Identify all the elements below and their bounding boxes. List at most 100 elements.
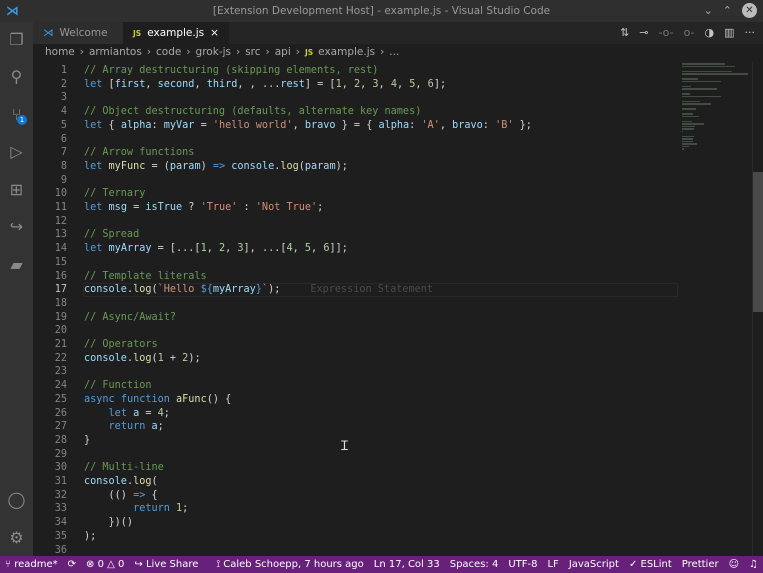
feedback-icon[interactable]: ☺ [724, 559, 744, 570]
code-token: ) [200, 160, 213, 172]
breadcrumb-separator-icon: › [146, 46, 152, 58]
line-number: 4 [60, 106, 67, 118]
source-control-icon[interactable]: ⑂ 1 [0, 99, 33, 129]
sync-icon[interactable]: ⟳ [63, 559, 81, 570]
explorer-icon[interactable]: ❐ [0, 24, 33, 54]
line-number: 26 [54, 407, 67, 419]
maximize-button[interactable]: ⌃ [723, 4, 732, 17]
code-line[interactable]: })() [84, 516, 134, 530]
search-icon[interactable]: ⚲ [0, 61, 33, 91]
code-line[interactable]: // Async/Await? [84, 311, 176, 325]
code-line[interactable]: // Function [84, 379, 151, 393]
code-line[interactable]: let { alpha: myVar = 'hello world', brav… [84, 119, 532, 133]
live-share-item[interactable]: ↪ Live Share [129, 559, 203, 570]
code-line[interactable]: ); [84, 530, 96, 544]
code-line[interactable]: return a; [84, 420, 164, 434]
eslint-item[interactable]: ✓ ESLint [624, 559, 677, 570]
code-line[interactable]: // Spread [84, 228, 139, 242]
live-share-icon[interactable]: ↪ [0, 211, 33, 241]
code-line[interactable]: let msg = isTrue ? 'True' : 'Not True'; [84, 201, 323, 215]
code-token: first [114, 78, 146, 90]
breadcrumb-item[interactable]: example.js [318, 46, 375, 58]
code-line[interactable]: let myFunc = (param) => console.log(para… [84, 160, 348, 174]
breadcrumb-item[interactable]: grok-js [196, 46, 231, 58]
code-line[interactable]: let [first, second, third, , ...rest] = … [84, 78, 446, 92]
branch-item[interactable]: ⑂ readme* [0, 559, 63, 570]
indentation[interactable]: Spaces: 4 [445, 559, 504, 570]
breadcrumb-item[interactable]: ... [389, 46, 399, 58]
minimap[interactable] [682, 62, 750, 150]
code-token: : [482, 119, 496, 131]
open-changes-icon[interactable]: ⇅ [620, 26, 629, 39]
code-token: , [415, 78, 428, 90]
code-token: log [280, 160, 299, 172]
line-number: 1 [60, 65, 67, 76]
code-editor[interactable]: 1 // Array destructuring (skipping elemen… [33, 62, 752, 556]
language-mode[interactable]: JavaScript [564, 559, 624, 570]
breadcrumb-item[interactable]: armiantos [89, 46, 142, 58]
next-commit-icon[interactable]: o- [684, 26, 695, 39]
code-token: () { [206, 393, 232, 405]
code-line[interactable]: console.log( [84, 475, 158, 489]
minimap-line [682, 85, 691, 87]
encoding[interactable]: UTF-8 [503, 559, 542, 570]
code-line[interactable]: console.log(`Hello ${myArray}`); Expressi… [84, 283, 433, 297]
previous-commit-icon[interactable]: -o- [659, 26, 674, 39]
settings-gear-icon[interactable]: ⚙ [0, 522, 33, 552]
git-blame-item[interactable]: ⟟ Caleb Schoepp, 7 hours ago [211, 559, 368, 570]
code-line[interactable]: return 1; [84, 502, 188, 516]
breadcrumb-item[interactable]: api [275, 46, 291, 58]
breadcrumb-item[interactable]: src [245, 46, 260, 58]
more-actions-icon[interactable]: ··· [745, 26, 756, 39]
split-editor-icon[interactable]: ▥ [724, 26, 734, 39]
code-line[interactable]: (() => { [84, 489, 158, 503]
breadcrumb-item[interactable]: home [45, 46, 75, 58]
code-line[interactable]: // Multi-line [84, 461, 164, 475]
notifications-bell-icon[interactable]: ♫ [744, 559, 763, 570]
js-file-icon: JS [133, 28, 142, 38]
code-line[interactable]: // Array destructuring (skipping element… [84, 64, 378, 78]
code-line[interactable]: // Arrow functions [84, 146, 194, 160]
code-line[interactable]: async function aFunc() { [84, 393, 231, 407]
minimap-line [682, 108, 696, 110]
code-line[interactable]: let a = 4; [84, 407, 170, 421]
code-token: ); [188, 352, 201, 364]
prettier-item[interactable]: Prettier [677, 559, 724, 570]
docker-icon[interactable]: ▰ [0, 249, 33, 279]
scrollbar-thumb[interactable] [753, 172, 763, 312]
extensions-icon[interactable]: ⊞ [0, 174, 33, 204]
account-icon[interactable]: ◯ [0, 484, 33, 514]
code-token: return [133, 503, 170, 515]
code-line[interactable]: // Template literals [84, 270, 207, 284]
code-token: ); [335, 160, 348, 172]
code-token: 'Not True' [255, 202, 318, 213]
minimize-button[interactable]: ⌄ [704, 4, 713, 17]
code-line[interactable]: } [84, 434, 90, 448]
breadcrumb-item[interactable]: code [156, 46, 181, 58]
code-line[interactable]: let myArray = [...[1, 2, 3], ...[4, 5, 6… [84, 242, 348, 256]
code-token: , [292, 243, 305, 255]
eol[interactable]: LF [542, 559, 563, 570]
tab-example-js[interactable]: JS example.js × [123, 22, 229, 44]
tab-label: example.js [147, 27, 205, 39]
minimap-line [682, 70, 732, 72]
code-token: myVar [163, 119, 195, 131]
close-window-button[interactable]: ✕ [742, 3, 757, 18]
vscode-logo-icon: ⋊ [6, 4, 19, 19]
debug-icon[interactable]: ▷ [0, 136, 33, 166]
code-line[interactable]: // Operators [84, 338, 158, 352]
tab-welcome[interactable]: ⋊ Welcome [33, 22, 123, 44]
code-token: = [126, 202, 146, 213]
problems-item[interactable]: ⊗ 0 △ 0 [81, 559, 129, 570]
code-line[interactable]: console.log(1 + 2); [84, 352, 201, 366]
code-line[interactable]: // Object destructuring (defaults, alter… [84, 105, 421, 119]
code-line[interactable]: // Ternary [84, 187, 145, 201]
minimap-line [682, 73, 748, 75]
cursor-position[interactable]: Ln 17, Col 33 [369, 559, 445, 570]
git-commit-icon[interactable]: ⊸ [639, 26, 648, 39]
close-tab-icon[interactable]: × [210, 27, 219, 39]
blame-icon[interactable]: ◑ [704, 26, 714, 39]
code-token: , [341, 78, 354, 90]
